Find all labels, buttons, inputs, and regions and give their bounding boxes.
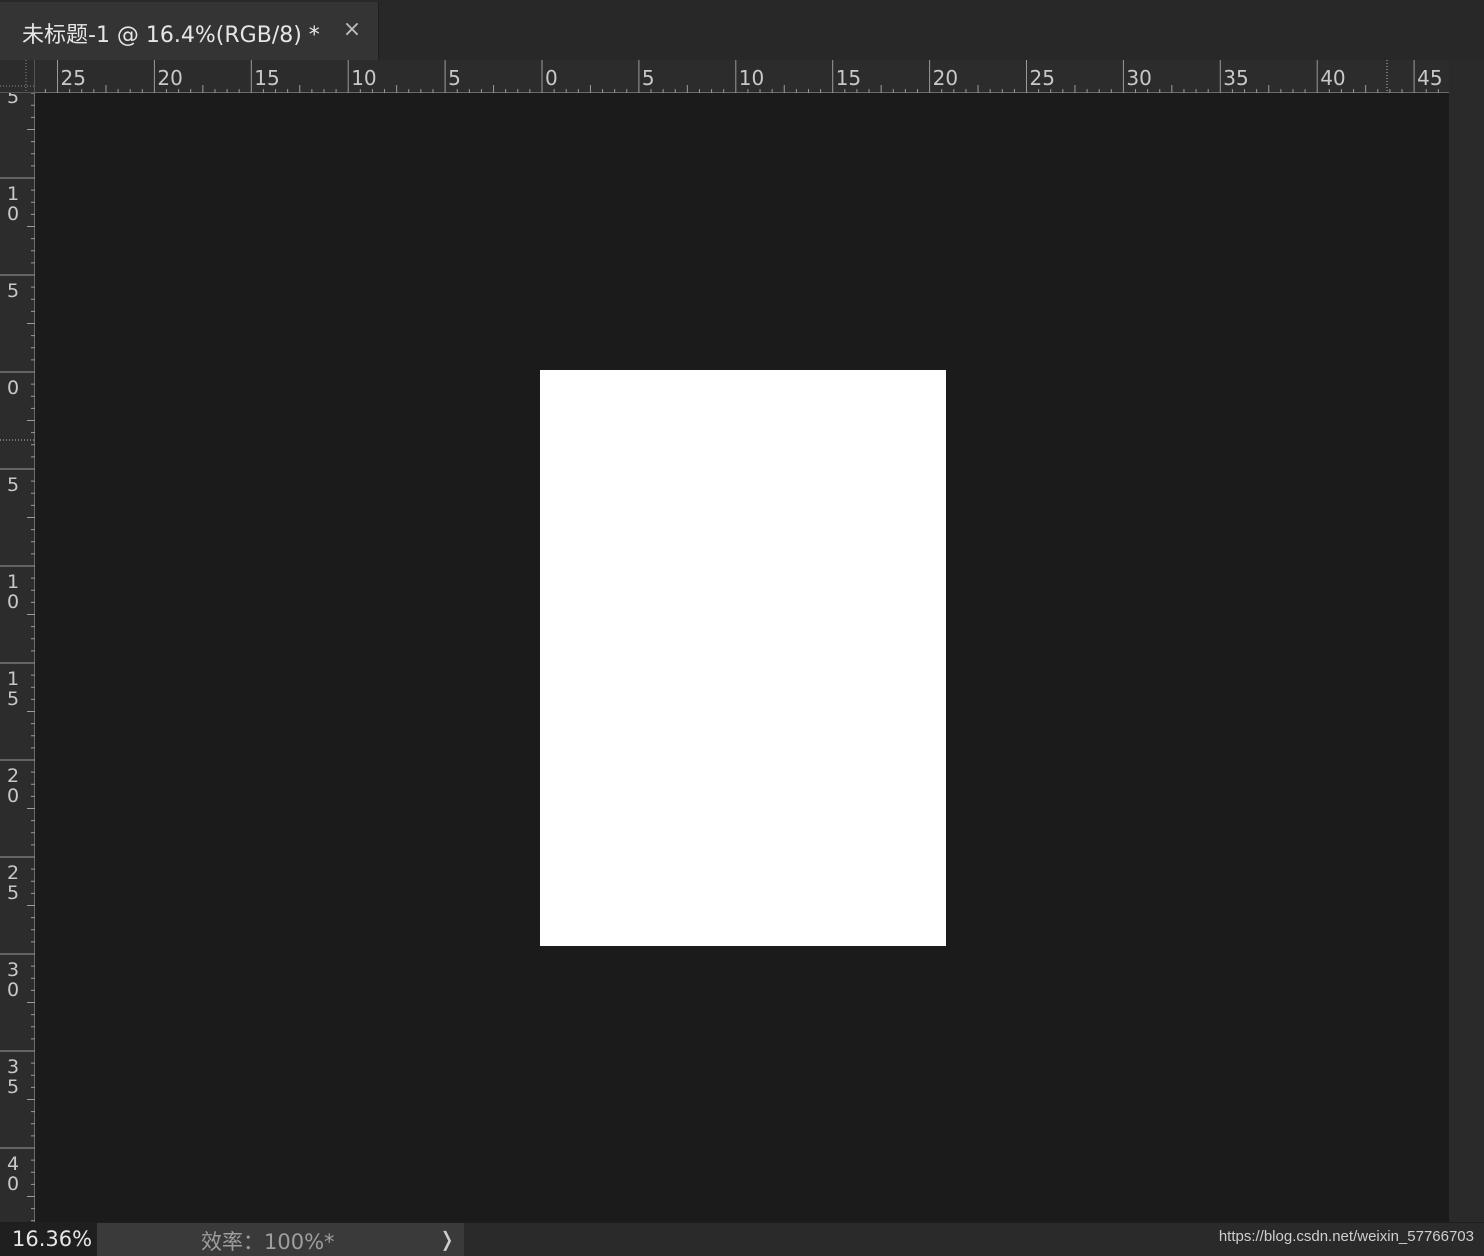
horizontal-ruler[interactable]: 25 20 15 10 5 0 5 10 15 20 25 30 35 40 45 [35, 60, 1449, 93]
h-ruler-label: 15 [836, 66, 861, 90]
h-ruler-label: 30 [1126, 66, 1151, 90]
h-ruler-label: 15 [254, 66, 279, 90]
document-tab-bar: 未标题-1 @ 16.4%(RGB/8) * × [0, 0, 1484, 61]
h-ruler-label: 25 [61, 66, 86, 90]
v-ruler-label: 4 [7, 1153, 19, 1175]
h-ruler-label: 5 [642, 66, 655, 90]
v-ruler-label: 0 [7, 203, 19, 225]
canvas-area[interactable] [35, 93, 1449, 1222]
h-ruler-label: 0 [545, 66, 558, 90]
zoom-field[interactable]: 16.36% [0, 1223, 97, 1256]
zoom-value: 16.36% [12, 1227, 93, 1251]
document-info-panel: 效率：100%* ❭ [97, 1223, 464, 1256]
v-ruler-label: 3 [7, 1056, 19, 1078]
h-ruler-label: 20 [933, 66, 958, 90]
v-ruler-label: 5 [7, 280, 19, 302]
v-ruler-label: 0 [7, 377, 19, 399]
document-tab-title: 未标题-1 @ 16.4%(RGB/8) * [22, 23, 320, 48]
v-ruler-label: 5 [7, 93, 19, 108]
v-ruler-label: 2 [7, 765, 19, 787]
chevron-right-icon[interactable]: ❭ [437, 1227, 457, 1251]
document-canvas[interactable] [540, 370, 946, 946]
document-tab[interactable]: 未标题-1 @ 16.4%(RGB/8) * × [0, 2, 379, 60]
right-panel-edge [1449, 60, 1484, 1222]
v-ruler-label: 0 [7, 979, 19, 1001]
v-ruler-label: 0 [7, 785, 19, 807]
v-ruler-label: 0 [7, 1173, 19, 1195]
h-ruler-label: 25 [1030, 66, 1055, 90]
ruler-corner-graphic [0, 60, 35, 93]
watermark-url: https://blog.csdn.net/weixin_57766703 [1218, 1228, 1474, 1245]
efficiency-readout: 效率：100%* [201, 1230, 335, 1254]
v-ruler-label: 0 [7, 591, 19, 613]
h-ruler-label: 45 [1417, 66, 1442, 90]
v-ruler-label: 5 [7, 688, 19, 710]
h-ruler-label: 5 [448, 66, 461, 90]
v-ruler-label: 5 [7, 1076, 19, 1098]
h-ruler-label: 40 [1320, 66, 1345, 90]
h-ruler-label: 20 [157, 66, 182, 90]
v-ruler-label: 5 [7, 882, 19, 904]
vertical-ruler-scale: 51050510152025303540 [0, 93, 35, 1222]
h-ruler-label: 10 [739, 66, 764, 90]
status-bar: 16.36% 效率：100%* ❭ https://blog.csdn.net/… [0, 1222, 1484, 1256]
ruler-origin-corner[interactable] [0, 60, 35, 93]
v-ruler-label: 2 [7, 862, 19, 884]
h-ruler-label: 35 [1223, 66, 1248, 90]
v-ruler-label: 3 [7, 959, 19, 981]
horizontal-ruler-scale: 25 20 15 10 5 0 5 10 15 20 25 30 35 40 45 [44, 60, 1443, 93]
h-ruler-label: 10 [351, 66, 376, 90]
vertical-ruler[interactable]: 51050510152025303540 [0, 93, 35, 1222]
v-ruler-label: 1 [7, 571, 19, 593]
close-icon[interactable]: × [340, 16, 364, 44]
v-ruler-label: 1 [7, 668, 19, 690]
v-ruler-label: 5 [7, 474, 19, 496]
v-ruler-label: 1 [7, 183, 19, 205]
